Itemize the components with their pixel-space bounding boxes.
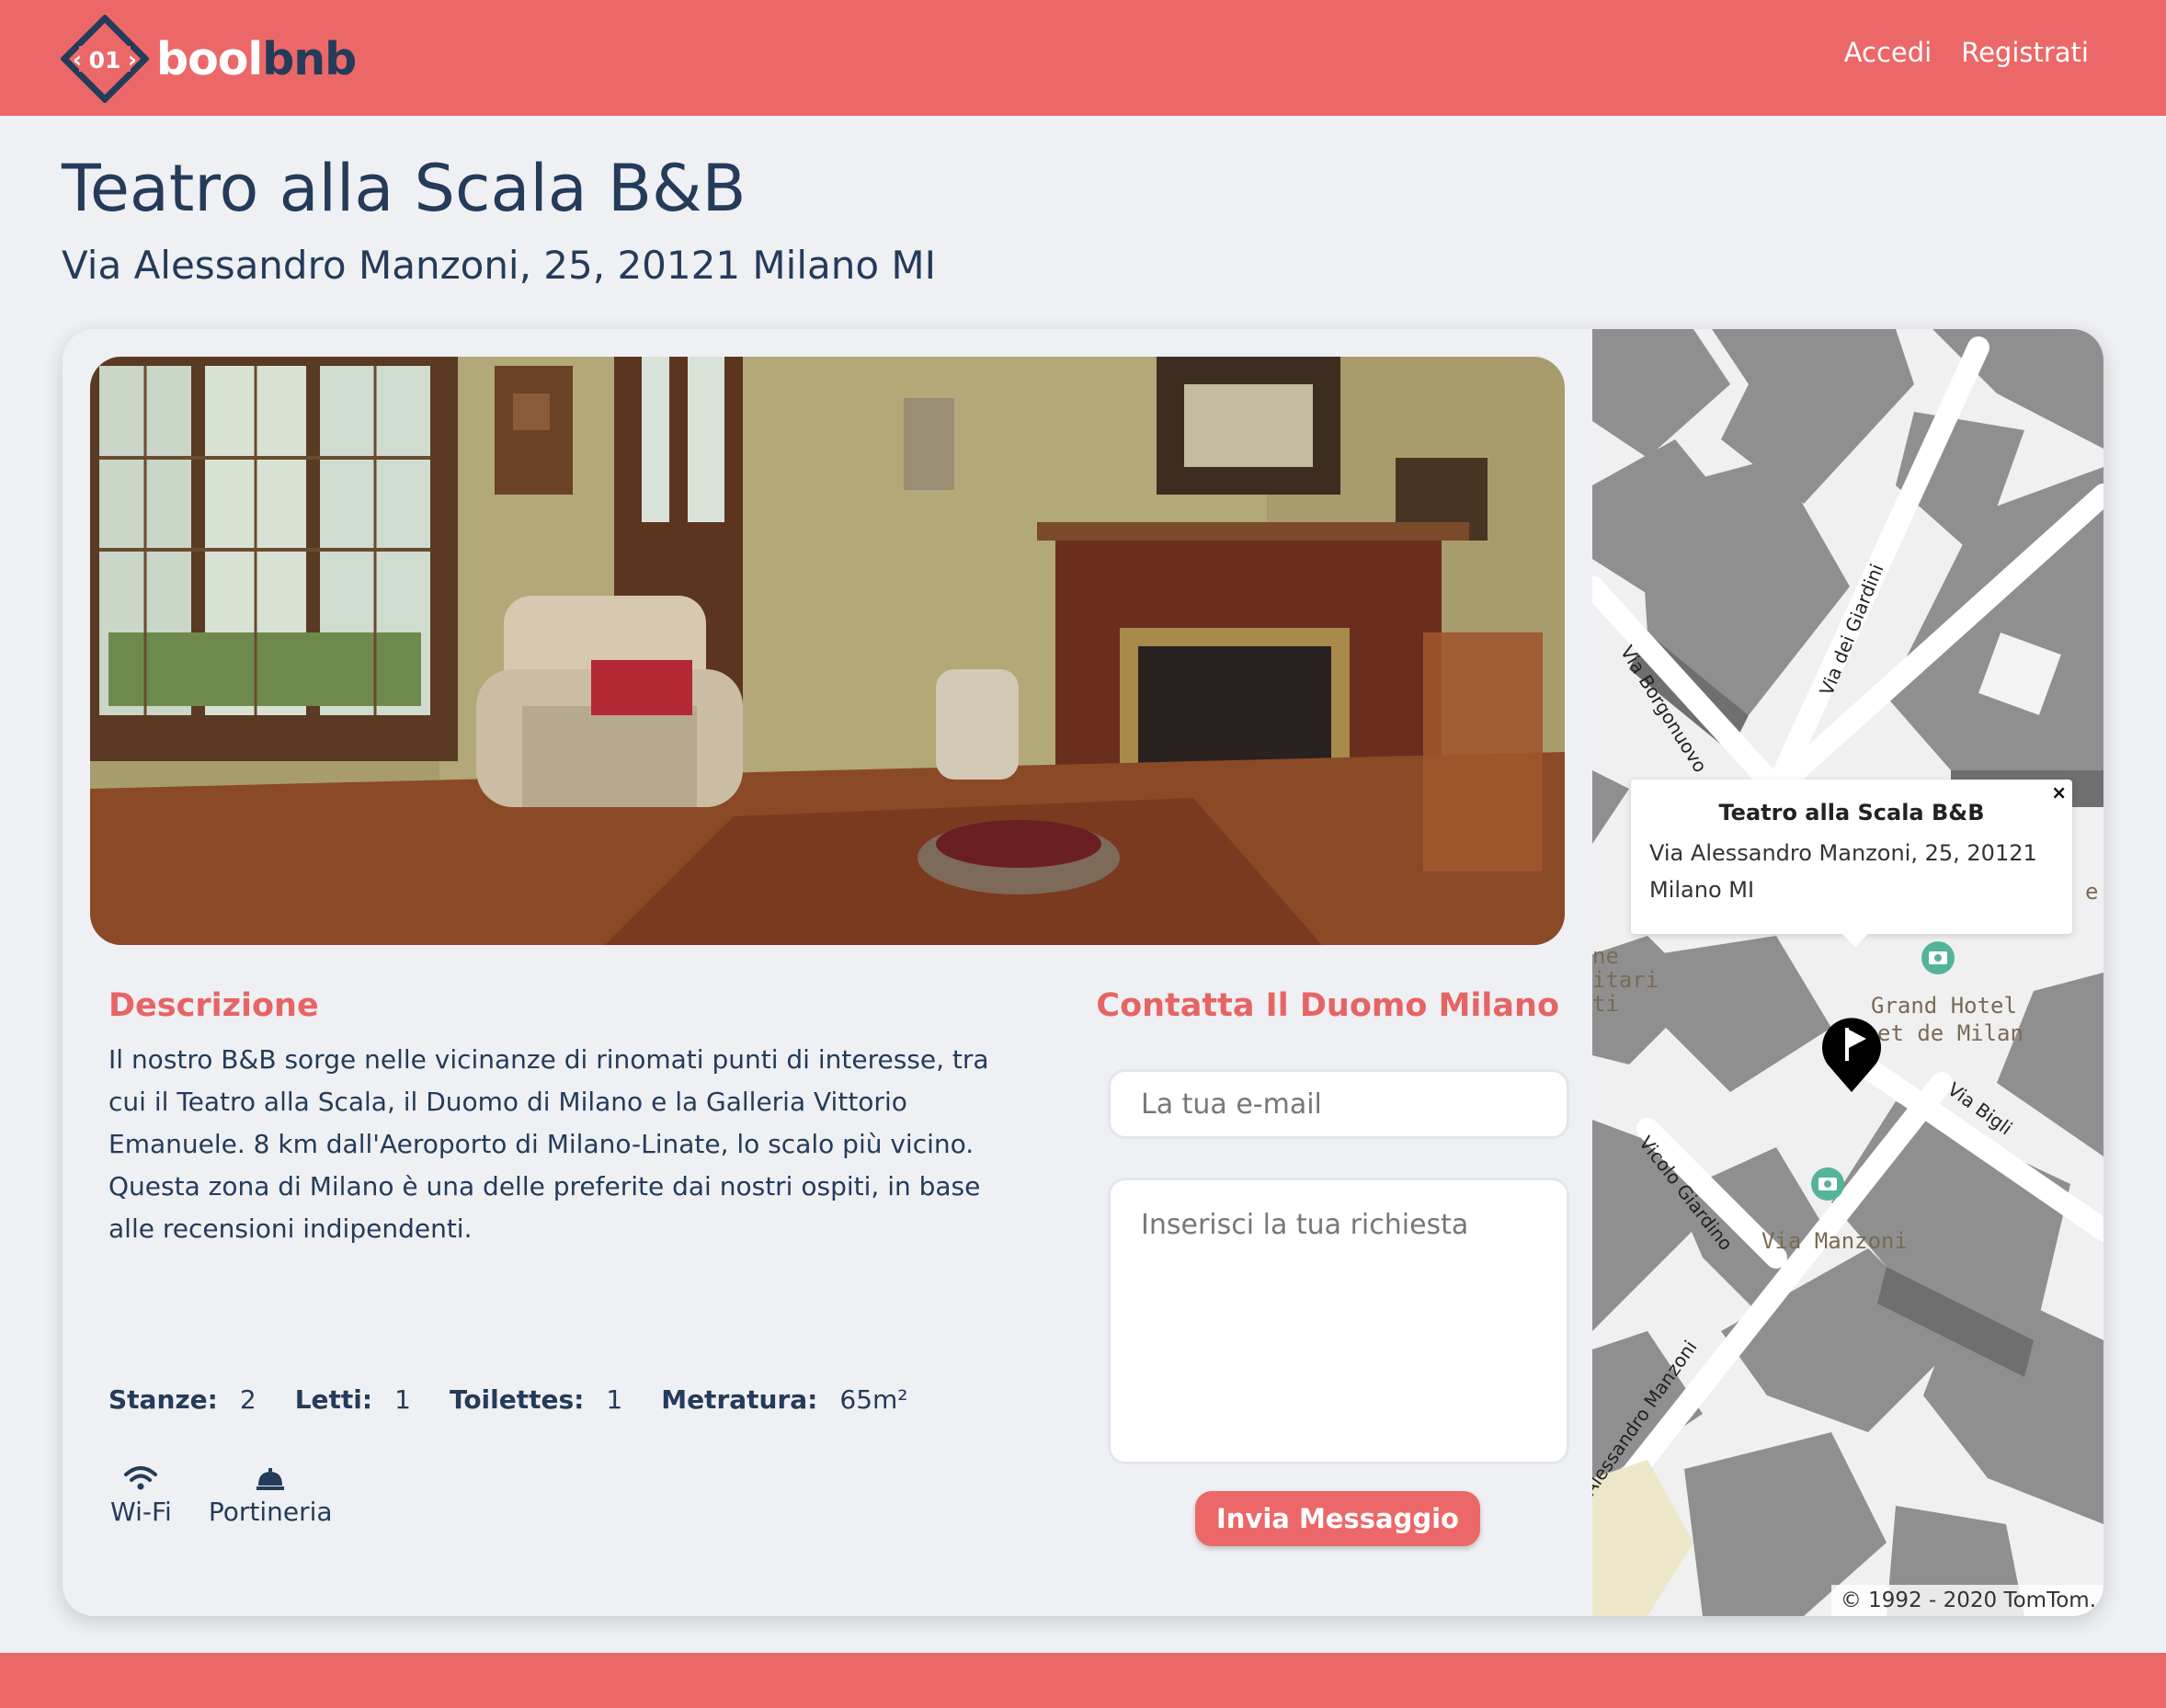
description-text: Il nostro B&B sorge nelle vicinanze di r… bbox=[108, 1044, 989, 1244]
popup-title: Teatro alla Scala B&B bbox=[1718, 800, 1985, 826]
amenities-list: Wi-Fi Portineria bbox=[110, 1460, 333, 1527]
stat-rooms: Stanze: 2 bbox=[108, 1384, 256, 1415]
camera-poi-icon[interactable] bbox=[1811, 1167, 1844, 1201]
map-popup: × Teatro alla Scala B&B Via Alessandro M… bbox=[1631, 780, 2072, 947]
stat-value: 2 bbox=[239, 1384, 256, 1415]
stat-size: Metratura: 65m² bbox=[661, 1384, 907, 1415]
svg-text:‹: ‹ bbox=[73, 47, 82, 73]
stat-value: 1 bbox=[606, 1384, 623, 1415]
stat-label: Stanze: bbox=[108, 1384, 218, 1415]
brand-name-part2: bnb bbox=[262, 32, 357, 85]
svg-text:›: › bbox=[128, 47, 137, 73]
listing-address: Via Alessandro Manzoni, 25, 20121 Milano… bbox=[62, 243, 937, 288]
map-view[interactable]: Via Borgonuovo Via dei Giardini Via Bigl… bbox=[1592, 329, 2103, 1616]
map-edge-label-2: itari bbox=[1592, 967, 1659, 993]
wifi-icon bbox=[124, 1466, 158, 1490]
stat-value: 1 bbox=[394, 1384, 411, 1415]
living-room-photo-icon bbox=[90, 357, 1565, 945]
map-edge-label-1: ne bbox=[1592, 943, 1619, 969]
amenity-label: Portineria bbox=[208, 1497, 333, 1527]
register-link[interactable]: Registrati bbox=[1961, 37, 2089, 68]
listing-photo[interactable] bbox=[90, 357, 1565, 945]
brand-logo[interactable]: 01 ‹ › boolbnb bbox=[61, 15, 357, 103]
stat-beds: Letti: 1 bbox=[295, 1384, 411, 1415]
brand-name: boolbnb bbox=[156, 32, 357, 85]
amenity-concierge: Portineria bbox=[209, 1460, 333, 1527]
login-link[interactable]: Accedi bbox=[1844, 37, 1932, 68]
request-textarea[interactable] bbox=[1111, 1180, 1567, 1462]
stat-toilets: Toilettes: 1 bbox=[450, 1384, 622, 1415]
popup-address: Via Alessandro Manzoni, 25, 20121 Milano… bbox=[1649, 840, 2037, 903]
description-heading: Descrizione bbox=[108, 987, 319, 1024]
amenity-label: Wi-Fi bbox=[110, 1497, 172, 1527]
footer-bar bbox=[0, 1653, 2166, 1708]
listing-card: Descrizione Il nostro B&B sorge nelle vi… bbox=[63, 329, 2103, 1616]
brand-name-part1: bool bbox=[156, 32, 263, 85]
poi-label-hotel-2: et de Milan bbox=[1877, 1020, 2024, 1046]
camera-poi-icon[interactable] bbox=[1921, 941, 1955, 974]
send-message-button[interactable]: Invia Messaggio bbox=[1195, 1491, 1480, 1546]
stat-label: Toilettes: bbox=[449, 1384, 585, 1415]
logo-mark-icon: 01 ‹ › bbox=[61, 15, 149, 103]
stat-label: Metratura: bbox=[661, 1384, 818, 1415]
concierge-bell-icon bbox=[256, 1468, 285, 1490]
email-field[interactable] bbox=[1111, 1072, 1567, 1136]
listing-title: Teatro alla Scala B&B bbox=[62, 151, 747, 226]
amenity-wifi: Wi-Fi bbox=[110, 1460, 172, 1527]
map-edge-label-3: ti bbox=[1592, 991, 1619, 1017]
listing-stats: Stanze: 2 Letti: 1 Toilettes: 1 Metratur… bbox=[108, 1384, 947, 1415]
stat-label: Letti: bbox=[294, 1384, 373, 1415]
contact-heading: Contatta Il Duomo Milano bbox=[1096, 987, 1559, 1024]
street-label-manzoni: Via Manzoni bbox=[1761, 1228, 1908, 1254]
map-attribution: © 1992 - 2020 TomTom. bbox=[1830, 1585, 2103, 1616]
map-edge-label-4: e bbox=[2085, 879, 2098, 905]
auth-nav: Accedi Registrati bbox=[1844, 37, 2089, 68]
stat-value: 65m² bbox=[839, 1384, 908, 1415]
top-navbar: 01 ‹ › boolbnb Accedi Registrati bbox=[0, 0, 2166, 116]
svg-text:01: 01 bbox=[89, 47, 121, 74]
map-canvas: Via Borgonuovo Via dei Giardini Via Bigl… bbox=[1592, 329, 2103, 1616]
poi-label-hotel-1: Grand Hotel bbox=[1871, 993, 2017, 1019]
